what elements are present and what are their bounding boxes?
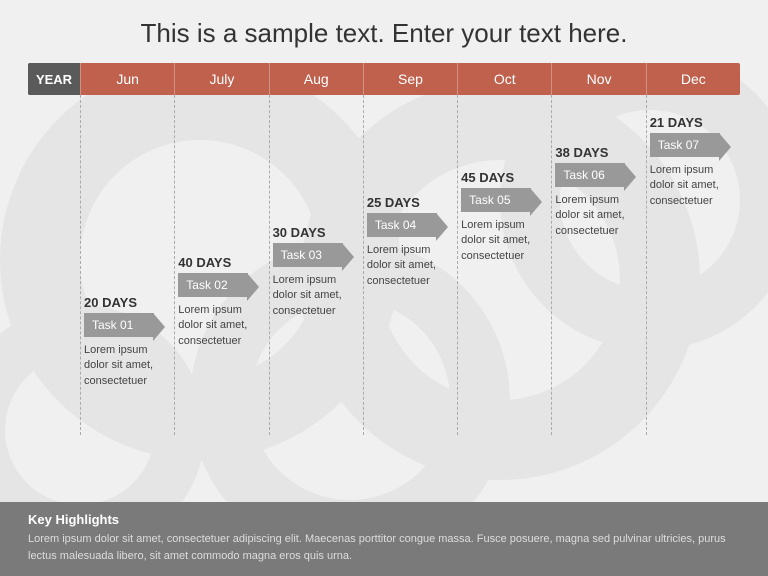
task-label-task05: Task 05 bbox=[461, 188, 531, 212]
task-desc-task02: Lorem ipsum dolor sit amet, consectetuer bbox=[178, 303, 264, 349]
tasks-layer: 20 DAYS Task 01 Lorem ipsum dolor sit am… bbox=[80, 95, 740, 435]
month-july: July bbox=[174, 63, 268, 95]
task-desc-task04: Lorem ipsum dolor sit amet, consectetuer bbox=[367, 243, 453, 289]
task-arrow-task06: Task 06 bbox=[555, 163, 641, 187]
task-item-task03: 30 DAYS Task 03 Lorem ipsum dolor sit am… bbox=[273, 225, 359, 319]
timeline-header: YEAR Jun July Aug Sep Oct Nov Dec bbox=[28, 63, 740, 95]
month-jun: Jun bbox=[80, 63, 174, 95]
task-arrow-task02: Task 02 bbox=[178, 273, 264, 297]
month-nov: Nov bbox=[551, 63, 645, 95]
year-label: YEAR bbox=[28, 63, 80, 95]
task-label-task04: Task 04 bbox=[367, 213, 437, 237]
task-desc-task03: Lorem ipsum dolor sit amet, consectetuer bbox=[273, 273, 359, 319]
task-item-task05: 45 DAYS Task 05 Lorem ipsum dolor sit am… bbox=[461, 170, 547, 264]
task-item-task02: 40 DAYS Task 02 Lorem ipsum dolor sit am… bbox=[178, 255, 264, 349]
days-label-task07: 21 DAYS bbox=[650, 115, 736, 130]
task-label-task07: Task 07 bbox=[650, 133, 720, 157]
task-desc-task06: Lorem ipsum dolor sit amet, consectetuer bbox=[555, 193, 641, 239]
task-item-task06: 38 DAYS Task 06 Lorem ipsum dolor sit am… bbox=[555, 145, 641, 239]
days-label-task06: 38 DAYS bbox=[555, 145, 641, 160]
task-arrow-task05: Task 05 bbox=[461, 188, 547, 212]
month-sep: Sep bbox=[363, 63, 457, 95]
timeline-body: 20 DAYS Task 01 Lorem ipsum dolor sit am… bbox=[28, 95, 740, 435]
task-desc-task05: Lorem ipsum dolor sit amet, consectetuer bbox=[461, 218, 547, 264]
footer-text: Lorem ipsum dolor sit amet, consectetuer… bbox=[28, 531, 740, 564]
days-label-task02: 40 DAYS bbox=[178, 255, 264, 270]
month-aug: Aug bbox=[269, 63, 363, 95]
task-arrow-task01: Task 01 bbox=[84, 313, 170, 337]
footer-title: Key Highlights bbox=[28, 512, 740, 527]
task-label-task06: Task 06 bbox=[555, 163, 625, 187]
days-label-task04: 25 DAYS bbox=[367, 195, 453, 210]
task-desc-task07: Lorem ipsum dolor sit amet, consectetuer bbox=[650, 163, 736, 209]
footer: Key Highlights Lorem ipsum dolor sit ame… bbox=[0, 502, 768, 576]
task-item-task07: 21 DAYS Task 07 Lorem ipsum dolor sit am… bbox=[650, 115, 736, 209]
page-title: This is a sample text. Enter your text h… bbox=[28, 18, 740, 49]
month-oct: Oct bbox=[457, 63, 551, 95]
task-label-task03: Task 03 bbox=[273, 243, 343, 267]
task-arrow-task04: Task 04 bbox=[367, 213, 453, 237]
days-label-task01: 20 DAYS bbox=[84, 295, 170, 310]
month-dec: Dec bbox=[646, 63, 740, 95]
task-item-task01: 20 DAYS Task 01 Lorem ipsum dolor sit am… bbox=[84, 295, 170, 389]
days-label-task05: 45 DAYS bbox=[461, 170, 547, 185]
task-arrow-task03: Task 03 bbox=[273, 243, 359, 267]
task-label-task02: Task 02 bbox=[178, 273, 248, 297]
task-item-task04: 25 DAYS Task 04 Lorem ipsum dolor sit am… bbox=[367, 195, 453, 289]
days-label-task03: 30 DAYS bbox=[273, 225, 359, 240]
task-arrow-task07: Task 07 bbox=[650, 133, 736, 157]
main-content: This is a sample text. Enter your text h… bbox=[0, 0, 768, 435]
task-desc-task01: Lorem ipsum dolor sit amet, consectetuer bbox=[84, 343, 170, 389]
task-label-task01: Task 01 bbox=[84, 313, 154, 337]
